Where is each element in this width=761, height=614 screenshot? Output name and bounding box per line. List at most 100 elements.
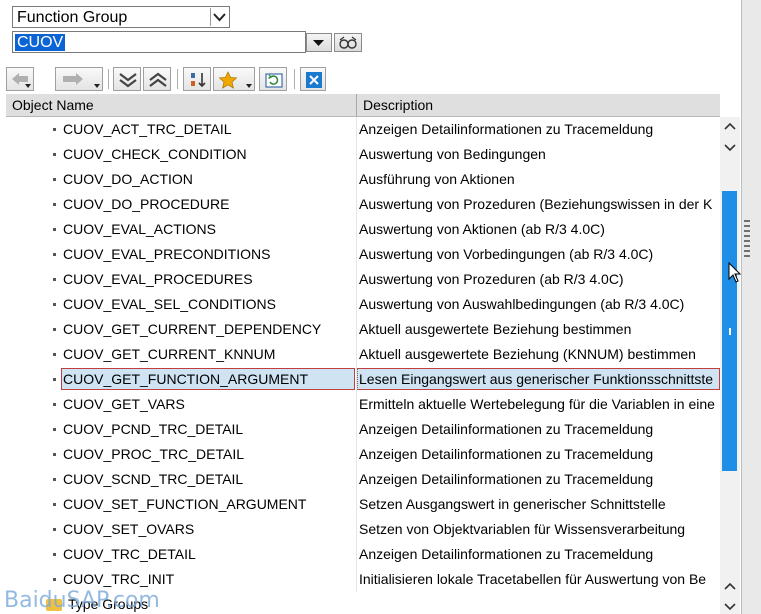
- object-name-cell[interactable]: CUOV_SET_OVARS: [63, 521, 194, 537]
- description-cell: Anzeigen Detailinformationen zu Tracemel…: [359, 546, 654, 562]
- tree-bullet-icon: [53, 503, 56, 506]
- table-row[interactable]: CUOV_EVAL_SEL_CONDITIONS Auswertung von A…: [6, 292, 720, 317]
- scroll-thumb[interactable]: [722, 191, 737, 471]
- tree-bullet-icon: [53, 203, 56, 206]
- object-name-cell[interactable]: CUOV_SET_FUNCTION_ARGUMENT: [63, 496, 306, 512]
- description-cell: Auswertung von Prozeduren (ab R/3 4.0C): [359, 271, 624, 287]
- tree-bullet-icon: [53, 428, 56, 431]
- object-type-dropdown[interactable]: Function Group: [12, 6, 230, 28]
- object-name-cell[interactable]: CUOV_EVAL_ACTIONS: [63, 221, 216, 237]
- description-cell: Anzeigen Detailinformationen zu Tracemel…: [359, 446, 654, 462]
- table-row[interactable]: CUOV_GET_CURRENT_DEPENDENCY Aktuell ausge…: [6, 317, 720, 342]
- description-cell: Anzeigen Detailinformationen zu Tracemel…: [359, 121, 654, 137]
- object-name-input[interactable]: CUOV: [12, 31, 306, 53]
- description-cell: Aktuell ausgewertete Beziehung bestimmen: [359, 321, 632, 337]
- collapse-all-button[interactable]: [143, 67, 171, 91]
- splitter-grip[interactable]: [744, 220, 750, 260]
- tree-bullet-icon: [53, 578, 56, 581]
- tree-bullet-icon: [53, 228, 56, 231]
- object-name-cell[interactable]: CUOV_GET_CURRENT_KNNUM: [63, 346, 275, 362]
- object-name-cell[interactable]: CUOV_GET_FUNCTION_ARGUMENT: [63, 371, 308, 387]
- expand-all-button[interactable]: [113, 67, 141, 91]
- watermark: BaiduSAP.com: [4, 588, 160, 613]
- table-row[interactable]: CUOV_DO_ACTION Ausführung von Aktionen: [6, 167, 720, 192]
- table-row[interactable]: CUOV_SET_OVARS Setzen von Objektvariablen…: [6, 517, 720, 542]
- tree-bullet-icon: [53, 278, 56, 281]
- object-name-cell[interactable]: CUOV_GET_CURRENT_DEPENDENCY: [63, 321, 321, 337]
- object-name-cell[interactable]: CUOV_DO_PROCEDURE: [63, 196, 229, 212]
- object-name-cell[interactable]: CUOV_DO_ACTION: [63, 171, 193, 187]
- panel-splitter[interactable]: [728, 0, 761, 614]
- collapse-all-icon: [149, 72, 167, 87]
- tree-bullet-icon: [53, 453, 56, 456]
- description-cell: Anzeigen Detailinformationen zu Tracemel…: [359, 471, 654, 487]
- tree-bullet-icon: [53, 353, 56, 356]
- table-row[interactable]: CUOV_ACT_TRC_DETAIL Anzeigen Detailinform…: [6, 117, 720, 142]
- description-cell: Setzen Ausgangswert in generischer Schni…: [359, 496, 666, 512]
- object-name-cell[interactable]: CUOV_SCND_TRC_DETAIL: [63, 471, 243, 487]
- table-row[interactable]: CUOV_GET_VARS Ermitteln aktuelle Wertebel…: [6, 392, 720, 417]
- table-row[interactable]: CUOV_TRC_DETAIL Anzeigen Detailinformatio…: [6, 542, 720, 567]
- description-cell: Auswertung von Prozeduren (Beziehungswis…: [359, 196, 713, 212]
- scroll-up-icon[interactable]: [724, 122, 736, 130]
- refresh-icon: [265, 73, 283, 88]
- tree-bullet-icon: [53, 378, 56, 381]
- tree-bullet-icon: [53, 528, 56, 531]
- object-name-cell[interactable]: CUOV_PCND_TRC_DETAIL: [63, 421, 243, 437]
- table-row[interactable]: CUOV_CHECK_CONDITION Auswertung von Bedin…: [6, 142, 720, 167]
- description-cell: Auswertung von Aktionen (ab R/3 4.0C): [359, 221, 605, 237]
- sort-icon: [191, 73, 206, 88]
- table-row[interactable]: CUOV_EVAL_PRECONDITIONS Auswertung von Vo…: [6, 242, 720, 267]
- glasses-icon: [339, 36, 357, 49]
- back-button[interactable]: [6, 67, 34, 91]
- table-row[interactable]: CUOV_DO_PROCEDURE Auswertung von Prozedur…: [6, 192, 720, 217]
- chevron-down-icon[interactable]: [210, 8, 228, 26]
- table-row[interactable]: CUOV_PROC_TRC_DETAIL Anzeigen Detailinfor…: [6, 442, 720, 467]
- table-row[interactable]: CUOV_EVAL_ACTIONS Auswertung von Aktionen…: [6, 217, 720, 242]
- display-button[interactable]: [334, 33, 362, 52]
- object-name-cell[interactable]: CUOV_EVAL_SEL_CONDITIONS: [63, 296, 276, 312]
- object-name-cell[interactable]: CUOV_CHECK_CONDITION: [63, 146, 247, 162]
- tree-bullet-icon: [53, 153, 56, 156]
- tree-bullet-icon: [53, 253, 56, 256]
- description-cell: Aktuell ausgewertete Beziehung (KNNUM) b…: [359, 346, 696, 362]
- object-name-cell[interactable]: CUOV_GET_VARS: [63, 396, 185, 412]
- scroll-down-icon-bottom[interactable]: [724, 603, 736, 611]
- object-name-cell[interactable]: CUOV_TRC_DETAIL: [63, 546, 196, 562]
- object-name-cell[interactable]: CUOV_EVAL_PROCEDURES: [63, 271, 253, 287]
- scroll-down-icon[interactable]: [724, 144, 736, 152]
- description-cell: Auswertung von Bedingungen: [359, 146, 546, 162]
- object-name-cell[interactable]: CUOV_TRC_INIT: [63, 571, 174, 587]
- sort-button[interactable]: [183, 67, 211, 91]
- description-cell: Lesen Eingangswert aus generischer Funkt…: [359, 371, 714, 387]
- favorites-star-icon: [218, 71, 238, 89]
- tree-bullet-icon: [53, 128, 56, 131]
- scroll-up-icon-bottom[interactable]: [724, 582, 736, 590]
- refresh-button[interactable]: [259, 67, 287, 91]
- table-row[interactable]: CUOV_GET_CURRENT_KNNUM Aktuell ausgewerte…: [6, 342, 720, 367]
- header-description[interactable]: Description: [363, 97, 433, 113]
- table-row[interactable]: CUOV_SET_FUNCTION_ARGUMENT Setzen Ausgang…: [6, 492, 720, 517]
- tree-scrollbar[interactable]: [720, 117, 740, 614]
- table-row[interactable]: CUOV_EVAL_PROCEDURES Auswertung von Proze…: [6, 267, 720, 292]
- triangle-down-icon: [313, 40, 324, 46]
- object-name-cell[interactable]: CUOV_EVAL_PRECONDITIONS: [63, 246, 270, 262]
- table-row[interactable]: CUOV_PCND_TRC_DETAIL Anzeigen Detailinfor…: [6, 417, 720, 442]
- object-name-cell[interactable]: CUOV_ACT_TRC_DETAIL: [63, 121, 232, 137]
- tree-bullet-icon: [53, 478, 56, 481]
- forward-button[interactable]: [55, 67, 103, 91]
- name-dropdown-button[interactable]: [306, 33, 332, 52]
- forward-arrow-icon: [63, 73, 83, 85]
- object-name-cell[interactable]: CUOV_PROC_TRC_DETAIL: [63, 446, 244, 462]
- header-object-name[interactable]: Object Name: [12, 97, 94, 113]
- object-tree-list: CUOV_ACT_TRC_DETAIL Anzeigen Detailinform…: [6, 117, 720, 614]
- tree-bullet-icon: [53, 178, 56, 181]
- description-cell: Auswertung von Vorbedingungen (ab R/3 4.…: [359, 246, 654, 262]
- tree-bullet-icon: [53, 303, 56, 306]
- mouse-cursor-icon: [728, 262, 742, 283]
- tree-bullet-icon: [53, 553, 56, 556]
- table-row[interactable]: CUOV_SCND_TRC_DETAIL Anzeigen Detailinfor…: [6, 467, 720, 492]
- table-row-selected[interactable]: CUOV_GET_FUNCTION_ARGUMENT Lesen Eingangs…: [6, 367, 720, 392]
- favorites-button[interactable]: [213, 67, 255, 91]
- close-tree-button[interactable]: [300, 67, 326, 91]
